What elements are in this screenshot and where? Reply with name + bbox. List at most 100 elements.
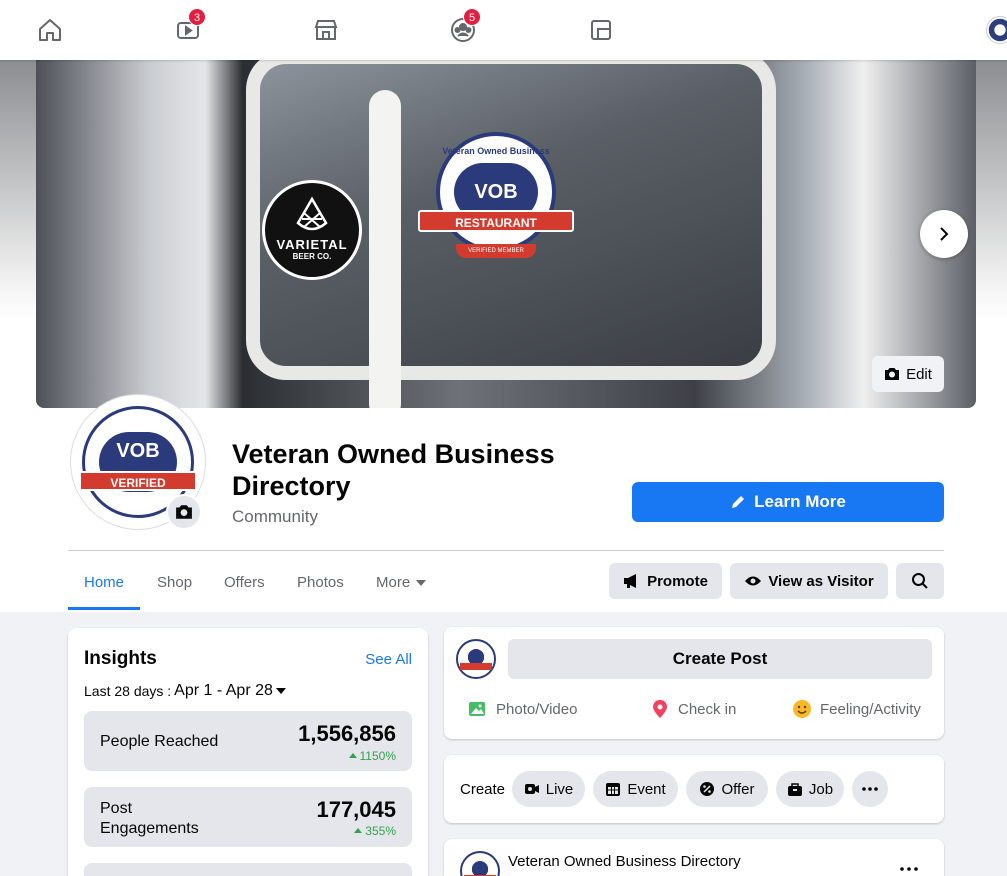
varietal-sticker-sub: BEER CO. <box>292 252 332 261</box>
tab-photos-label: Photos <box>297 574 344 591</box>
create-live-button[interactable]: Live <box>512 771 585 807</box>
hop-logo-icon <box>296 196 328 231</box>
tab-more-label: More <box>376 574 411 591</box>
insights-title: Insights <box>84 648 157 669</box>
photo-icon <box>469 702 485 716</box>
composer-card: Create Post Photo/Video Check in Feeling… <box>444 627 944 739</box>
promote-button[interactable]: Promote <box>609 563 722 599</box>
groups-icon[interactable]: 5 <box>443 8 483 48</box>
feeling-activity-label: Feeling/Activity <box>820 700 921 718</box>
vob-sticker-disc: Veteran Owned Business VOB <box>436 132 556 252</box>
metric-value: 177,045 <box>316 797 396 822</box>
tab-shop-label: Shop <box>157 574 193 591</box>
photo-video-button[interactable]: Photo/Video <box>468 699 577 719</box>
tab-more[interactable]: More <box>360 564 442 610</box>
groups-badge: 5 <box>463 8 481 26</box>
composer-avatar <box>456 639 496 679</box>
create-offer-button[interactable]: Offer <box>686 771 768 807</box>
learn-more-button[interactable]: Learn More <box>632 482 944 522</box>
eye-icon <box>745 576 762 586</box>
search-icon <box>912 573 928 589</box>
post-author-name[interactable]: Veteran Owned Business Directory <box>508 853 741 870</box>
caret-down-icon <box>275 688 286 694</box>
view-as-visitor-button[interactable]: View as Visitor <box>730 563 888 599</box>
post-more-button[interactable] <box>900 855 918 876</box>
more-horizontal-icon <box>862 787 878 791</box>
create-offer-label: Offer <box>721 780 755 798</box>
view-as-visitor-label: View as Visitor <box>768 572 874 590</box>
tab-photos[interactable]: Photos <box>281 564 360 610</box>
offer-tag-icon <box>700 782 715 796</box>
tab-offers[interactable]: Offers <box>208 564 281 610</box>
vob-sticker-sub: VERIFIED MEMBER <box>456 244 536 258</box>
create-job-button[interactable]: Job <box>776 771 844 807</box>
create-post-button[interactable]: Create Post <box>508 639 932 679</box>
create-live-label: Live <box>545 780 574 798</box>
create-label: Create <box>460 781 506 798</box>
camera-icon <box>885 368 900 380</box>
avatar-logo-ribbon: VERIFIED <box>79 471 197 491</box>
pencil-icon <box>732 496 745 508</box>
account-avatar[interactable] <box>986 16 1007 44</box>
metric-label: People Reached <box>100 733 219 750</box>
page-category: Community <box>232 507 318 526</box>
create-event-button[interactable]: Event <box>593 771 678 807</box>
metric-delta: 1150% <box>349 749 396 763</box>
post-card: Veteran Owned Business Directory <box>444 839 944 876</box>
insights-range-value: Apr 1 - Apr 28 <box>174 682 273 699</box>
top-navigation: 3 5 <box>0 0 1007 60</box>
header-divider <box>68 550 944 551</box>
promote-label: Promote <box>647 572 708 590</box>
check-in-button[interactable]: Check in <box>650 699 736 719</box>
create-bar-card: Create Live Event Offer Job <box>444 755 944 823</box>
gaming-icon[interactable] <box>581 12 621 48</box>
varietal-sticker-name: VARIETAL <box>276 237 348 252</box>
tab-home[interactable]: Home <box>68 564 141 610</box>
tab-shop[interactable]: Shop <box>141 564 208 610</box>
varietal-sticker: VARIETAL BEER CO. <box>262 180 362 280</box>
chevron-right-icon <box>940 227 949 241</box>
cover-photo[interactable]: VARIETAL BEER CO. Veteran Owned Business… <box>36 60 976 408</box>
page-title: Veteran Owned Business Directory <box>232 439 555 501</box>
post-author-avatar[interactable] <box>460 851 500 876</box>
metric-delta: 355% <box>354 824 396 838</box>
insights-date-range[interactable]: Last 28 days : Apr 1 - Apr 28 <box>84 682 286 700</box>
home-icon[interactable] <box>30 12 70 48</box>
marketplace-icon[interactable] <box>306 12 346 48</box>
check-in-label: Check in <box>678 700 737 718</box>
learn-more-label: Learn More <box>754 492 846 511</box>
camera-icon <box>176 505 192 519</box>
photo-video-label: Photo/Video <box>496 700 578 718</box>
briefcase-icon <box>787 783 802 796</box>
megaphone-icon <box>624 574 637 588</box>
cover-next-button[interactable] <box>920 210 968 258</box>
metric-placeholder[interactable] <box>84 863 412 876</box>
search-page-button[interactable] <box>896 563 944 599</box>
video-camera-icon <box>524 784 539 794</box>
vob-sticker-ribbon: RESTAURANT <box>418 210 574 232</box>
create-more-button[interactable] <box>852 771 888 807</box>
edit-cover-button[interactable]: Edit <box>872 356 944 392</box>
create-job-label: Job <box>808 780 834 798</box>
insights-range-label: Last 28 days : <box>84 683 172 699</box>
smiley-icon <box>793 700 811 718</box>
vob-restaurant-sticker: Veteran Owned Business VOB RESTAURANT VE… <box>418 132 574 282</box>
caret-down-icon <box>416 580 427 586</box>
feeling-activity-button[interactable]: Feeling/Activity <box>792 699 921 719</box>
watch-badge: 3 <box>188 8 206 26</box>
watch-icon[interactable]: 3 <box>168 8 208 48</box>
vob-sticker-arc-text: Veteran Owned Business <box>442 146 550 156</box>
update-avatar-button[interactable] <box>166 494 202 530</box>
insights-see-all-link[interactable]: See All <box>365 651 412 668</box>
tab-offers-label: Offers <box>224 574 265 591</box>
edit-cover-label: Edit <box>906 365 932 383</box>
metric-value: 1,556,856 <box>298 721 396 746</box>
cover-window-pillar <box>369 90 401 408</box>
metric-post-engagements[interactable]: Post Engagements 177,045 355% <box>84 787 412 847</box>
tab-home-label: Home <box>84 574 125 591</box>
location-pin-icon <box>653 700 667 718</box>
metric-label: Post Engagements <box>100 800 199 837</box>
create-event-label: Event <box>627 780 666 798</box>
insights-card: Insights See All Last 28 days : Apr 1 - … <box>68 628 428 876</box>
metric-people-reached[interactable]: People Reached 1,556,856 1150% <box>84 711 412 771</box>
